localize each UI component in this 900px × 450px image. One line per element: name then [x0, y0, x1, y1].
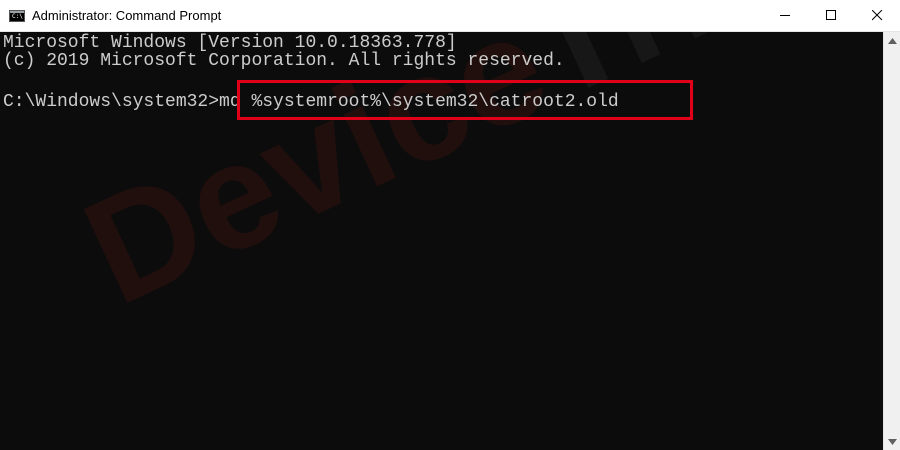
close-icon — [871, 10, 882, 21]
scroll-up-arrow-icon — [888, 37, 897, 44]
minimize-icon — [779, 15, 790, 16]
cmd-app-icon-label: C:\ — [12, 12, 23, 20]
console-line-copyright: (c) 2019 Microsoft Corporation. All righ… — [3, 51, 565, 71]
scroll-down-arrow-icon — [888, 438, 897, 445]
scroll-down-button[interactable] — [884, 433, 900, 450]
window-title: Administrator: Command Prompt — [32, 8, 222, 23]
title-bar[interactable]: C:\ Administrator: Command Prompt — [0, 0, 900, 32]
scroll-up-button[interactable] — [884, 32, 900, 49]
console-output[interactable]: DeviceTricks Microsoft Windows [Version … — [0, 32, 883, 450]
watermark-device: Device — [60, 32, 571, 337]
cmd-app-icon: C:\ — [9, 9, 25, 22]
maximize-button[interactable] — [808, 0, 854, 31]
command-prompt-window: C:\ Administrator: Command Prompt Device… — [0, 0, 900, 450]
window-controls — [762, 0, 900, 31]
watermark: DeviceTricks — [60, 32, 883, 339]
minimize-button[interactable] — [762, 0, 808, 31]
close-button[interactable] — [854, 0, 900, 31]
maximize-icon — [825, 10, 836, 20]
command-highlight-box — [237, 80, 693, 120]
vertical-scrollbar[interactable] — [883, 32, 900, 450]
